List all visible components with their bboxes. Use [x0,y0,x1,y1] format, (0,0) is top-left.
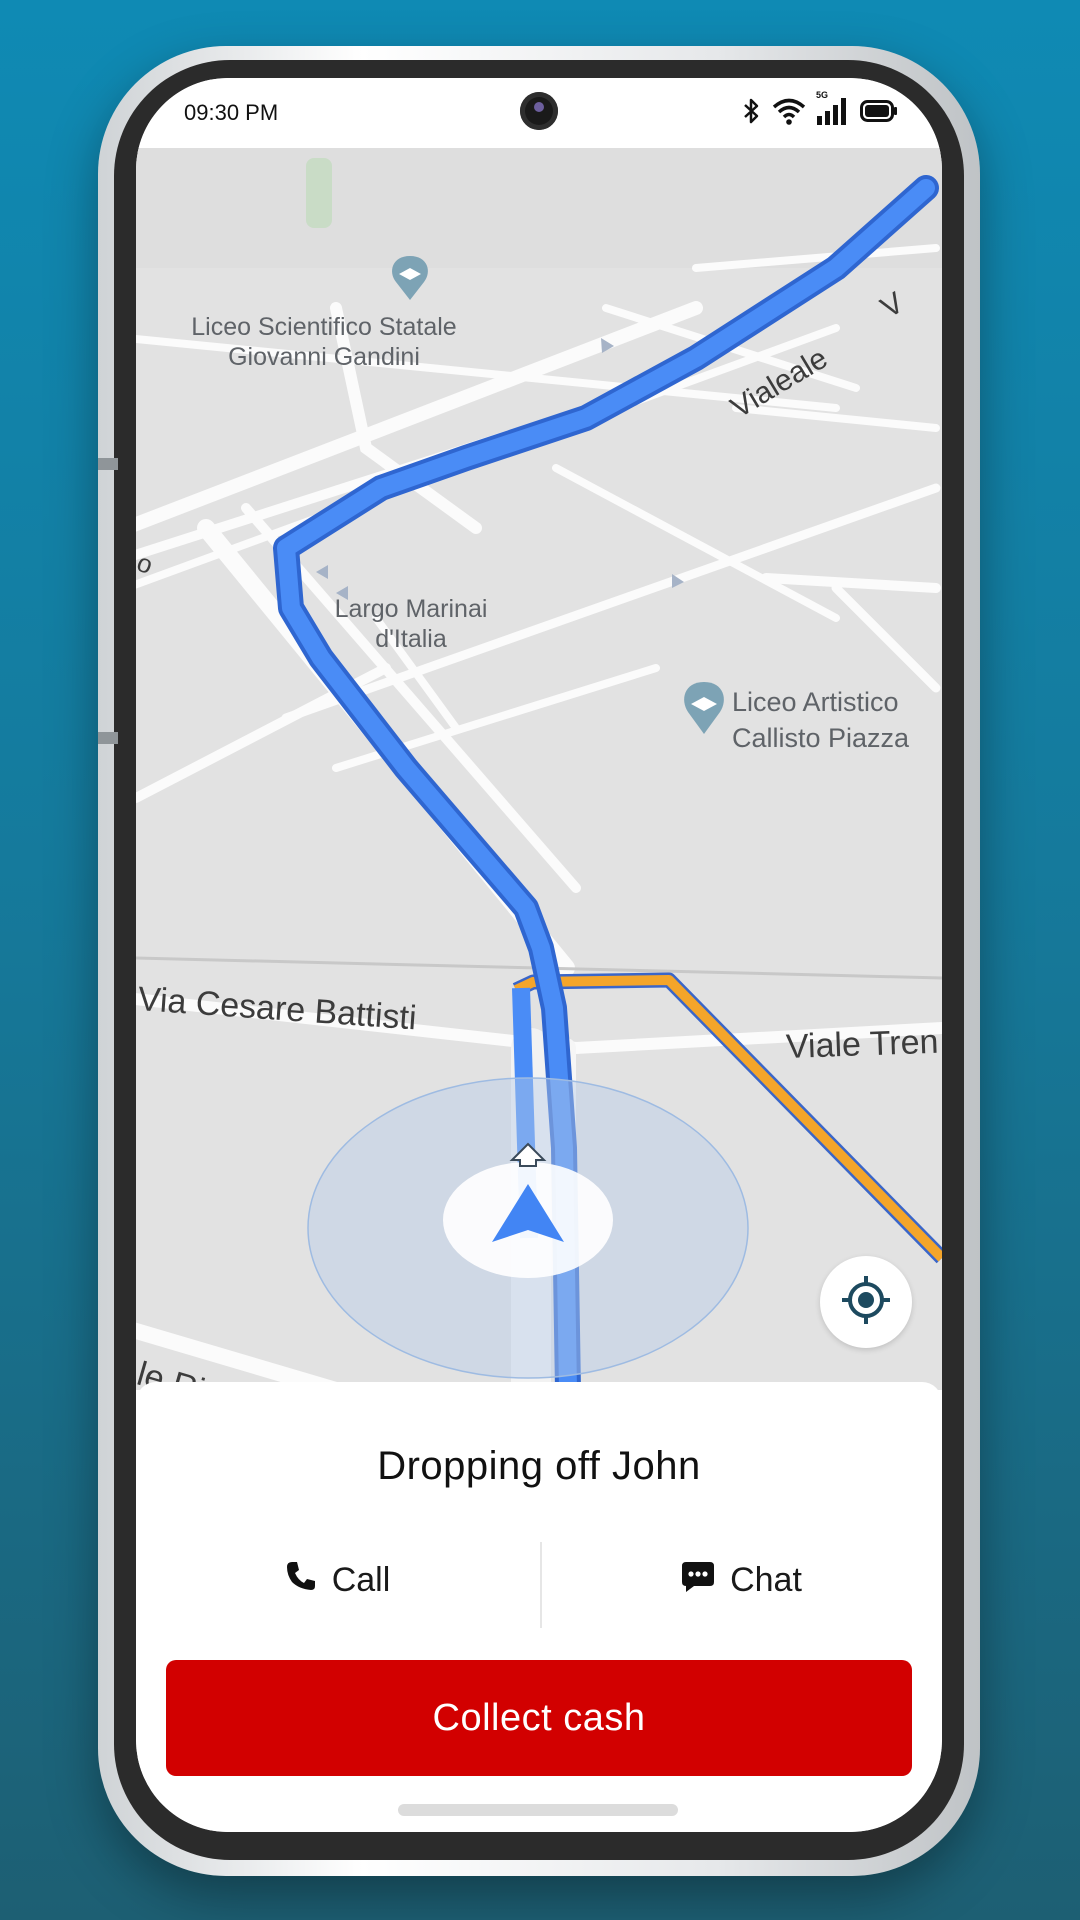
poi-top-school-line2: Giovanni Gandini [228,343,420,371]
bluetooth-icon [742,97,762,125]
status-icons: 5G [742,90,898,126]
chat-label: Chat [730,1560,802,1599]
poi-art-school-label: Liceo Artistico Callisto Piazza [732,684,909,756]
poi-art-school-line1: Liceo Artistico [732,687,899,717]
home-indicator[interactable] [398,1804,678,1816]
call-button[interactable]: Call [136,1530,538,1630]
navigation-map[interactable]: Liceo Scientifico Statale Giovanni Gandi… [136,148,942,1390]
phone-screen: 09:30 PM 5G Liceo Scientifico Statale Gi… [136,78,942,1832]
chat-icon [680,1558,716,1603]
poi-square-line2: d'Italia [375,625,447,653]
poi-top-school-line1: Liceo Scientifico Statale [191,313,457,341]
my-location-icon [840,1274,892,1331]
signal-5g-icon: 5G [816,90,850,126]
battery-icon [860,99,898,123]
phone-icon [284,1559,318,1602]
chat-button[interactable]: Chat [540,1530,942,1630]
wifi-icon [772,97,806,125]
poi-top-school-label: Liceo Scientifico Statale Giovanni Gandi… [174,312,474,372]
trip-status-title: Dropping off John [377,1444,701,1488]
network-type-label: 5G [816,90,829,100]
road-label-viale-trento: Viale Tren [785,1022,940,1066]
status-bar: 09:30 PM 5G [136,78,942,148]
call-label: Call [331,1560,391,1599]
status-time: 09:30 PM [184,100,279,125]
poi-square-line1: Largo Marinai [334,595,488,623]
poi-square-label: Largo Marinai d'Italia [301,594,521,654]
front-camera [520,92,558,130]
poi-art-school-line2: Callisto Piazza [732,723,910,753]
recenter-location-button[interactable] [820,1256,912,1348]
collect-cash-button[interactable]: Collect cash [166,1660,912,1776]
side-button-lower [98,732,118,744]
side-button-upper [98,458,118,470]
